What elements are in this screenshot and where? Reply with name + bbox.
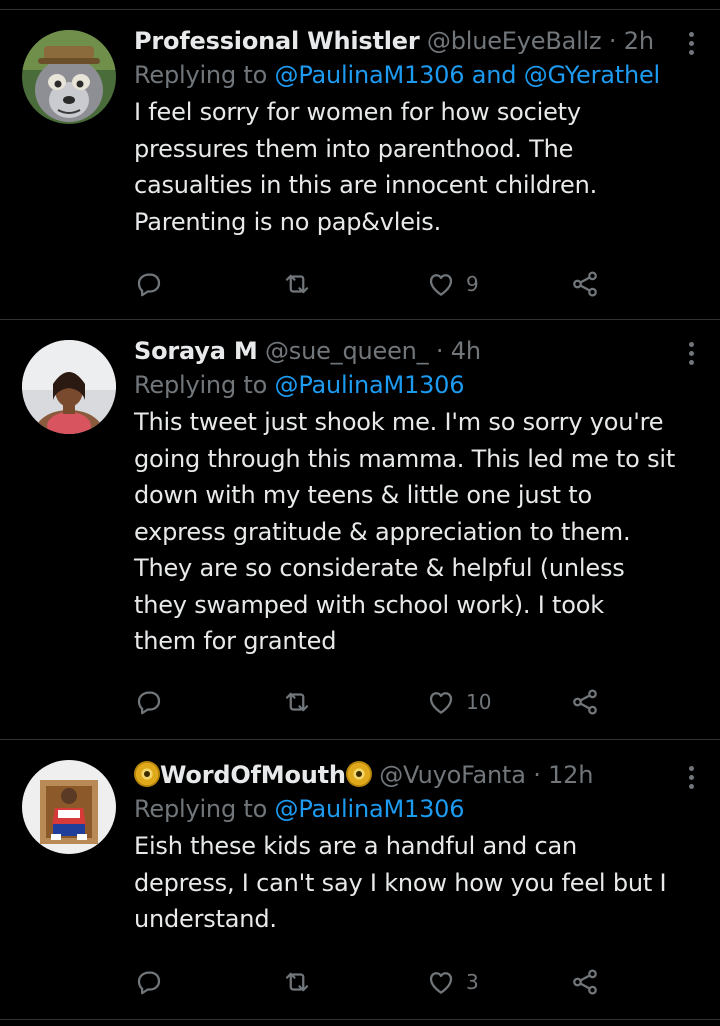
tweet-text: Eish these kids are a handful and can de… [134, 828, 700, 938]
mention-link[interactable]: @PaulinaM1306 [275, 371, 465, 399]
display-name[interactable]: Professional Whistler [134, 27, 420, 55]
avatar[interactable] [22, 760, 116, 854]
tweet-header: Soraya M @sue_queen_ · 4h [134, 334, 700, 368]
tweet-text-line: pressures them into parenthood. The [134, 134, 574, 163]
tweet[interactable]: Professional Whistler @blueEyeBallz · 2h… [0, 10, 720, 320]
retweet-icon [285, 692, 309, 712]
reply-icon [137, 971, 161, 995]
replying-to-label: Replying to [134, 795, 268, 823]
top-divider [0, 0, 720, 10]
tweet-text-line: they swamped with school work). I took [134, 590, 604, 619]
tweet-text-line: Parenting is no pap&vleis. [134, 207, 442, 236]
like-button[interactable]: 3 [426, 966, 479, 998]
reply-icon [137, 273, 161, 297]
tweet-header: Professional Whistler @blueEyeBallz · 2h [134, 24, 700, 58]
share-icon [573, 271, 597, 297]
tweet[interactable]: Soraya M @sue_queen_ · 4h Replying to @P… [0, 320, 720, 740]
dvd-disc-emoji [134, 761, 160, 787]
tweet-text-line: them for granted [134, 627, 337, 655]
retweet-icon [285, 274, 309, 294]
heart-icon [429, 972, 453, 994]
like-button[interactable]: 10 [426, 686, 491, 718]
more-options-icon[interactable] [688, 766, 696, 793]
reply-button[interactable] [134, 268, 164, 300]
more-options-icon[interactable] [688, 342, 696, 369]
retweet-button[interactable] [282, 268, 312, 300]
mention-joiner[interactable]: and [472, 61, 517, 89]
tweet[interactable]: WordOfMouth @VuyoFanta · 12h Replying to… [0, 740, 720, 1020]
tweet-header: WordOfMouth @VuyoFanta · 12h [134, 758, 700, 792]
replying-to-label: Replying to [134, 371, 268, 399]
separator-dot: · [608, 27, 617, 55]
tweet-actions: 9 [134, 268, 614, 300]
reply-button[interactable] [134, 966, 164, 998]
tweet-actions: 10 [134, 686, 614, 718]
like-button[interactable]: 9 [426, 268, 479, 300]
replying-to: Replying to @PaulinaM1306 and @GYerathel [134, 58, 700, 92]
display-name[interactable]: Soraya M [134, 337, 258, 365]
heart-icon [429, 274, 453, 296]
mention-link[interactable]: @GYerathel [524, 61, 660, 89]
replying-to: Replying to @PaulinaM1306 [134, 792, 700, 826]
like-count: 10 [466, 690, 492, 714]
reply-button[interactable] [134, 686, 164, 718]
timestamp[interactable]: 2h [624, 27, 654, 55]
heart-icon [429, 692, 453, 714]
tweet-text-line: depress, I can't say I know how you feel… [134, 868, 667, 897]
reply-icon [137, 691, 161, 715]
cartoon-lemur-avatar [22, 30, 116, 124]
tweet-text-line: down with my teens & little one just to [134, 481, 592, 509]
share-button[interactable] [570, 686, 600, 718]
timestamp[interactable]: 4h [451, 337, 481, 365]
user-handle[interactable]: @VuyoFanta [379, 761, 526, 789]
tweet-text: This tweet just shook me. I'm so sorry y… [134, 404, 700, 660]
separator-dot: · [533, 761, 541, 789]
dvd-disc-emoji [345, 761, 372, 787]
display-name-group[interactable]: WordOfMouth [134, 761, 372, 789]
separator-dot: · [435, 337, 444, 365]
timestamp[interactable]: 12h [548, 761, 593, 789]
mention-link[interactable]: @PaulinaM1306 [275, 61, 465, 89]
tweet-text-line: express gratitude & appreciation to them… [134, 517, 631, 546]
retweet-icon [285, 972, 309, 992]
tweet-text: I feel sorry for women for how society p… [134, 94, 700, 240]
retweet-button[interactable] [282, 966, 312, 998]
user-handle[interactable]: @blueEyeBallz [427, 27, 602, 55]
tweet-content: Soraya M @sue_queen_ · 4h Replying to @P… [134, 334, 700, 660]
share-icon [573, 969, 597, 995]
replying-to-label: Replying to [134, 61, 268, 89]
tweet-text-line: I feel sorry for women for how society [134, 98, 581, 126]
share-icon [573, 689, 597, 715]
tweet-text-line: They are so considerate & helpful (unles… [134, 554, 625, 582]
retweet-button[interactable] [282, 686, 312, 718]
mention-link[interactable]: @PaulinaM1306 [275, 795, 465, 823]
share-button[interactable] [570, 268, 600, 300]
user-handle[interactable]: @sue_queen_ [265, 337, 429, 365]
like-count: 9 [466, 272, 479, 296]
tweet-content: WordOfMouth @VuyoFanta · 12h Replying to… [134, 758, 700, 938]
tweet-text-line: understand. [134, 905, 277, 933]
display-name[interactable]: WordOfMouth [160, 761, 346, 789]
woman-photo-avatar [22, 340, 116, 434]
tweet-text-line: going through this mamma. This led me to… [134, 444, 676, 473]
avatar[interactable] [22, 340, 116, 434]
tweet-text-line: This tweet just shook me. I'm so sorry y… [134, 408, 664, 436]
tweet-text-line: casualties in this are innocent children… [134, 171, 598, 199]
tweet-content: Professional Whistler @blueEyeBallz · 2h… [134, 24, 700, 240]
more-options-icon[interactable] [688, 32, 696, 59]
avatar[interactable] [22, 30, 116, 124]
replying-to: Replying to @PaulinaM1306 [134, 368, 700, 402]
tweet-text-line: Eish these kids are a handful and can [134, 832, 577, 860]
tweet-actions: 3 [134, 966, 614, 998]
man-photo-avatar [22, 760, 116, 854]
like-count: 3 [466, 970, 479, 994]
share-button[interactable] [570, 966, 600, 998]
